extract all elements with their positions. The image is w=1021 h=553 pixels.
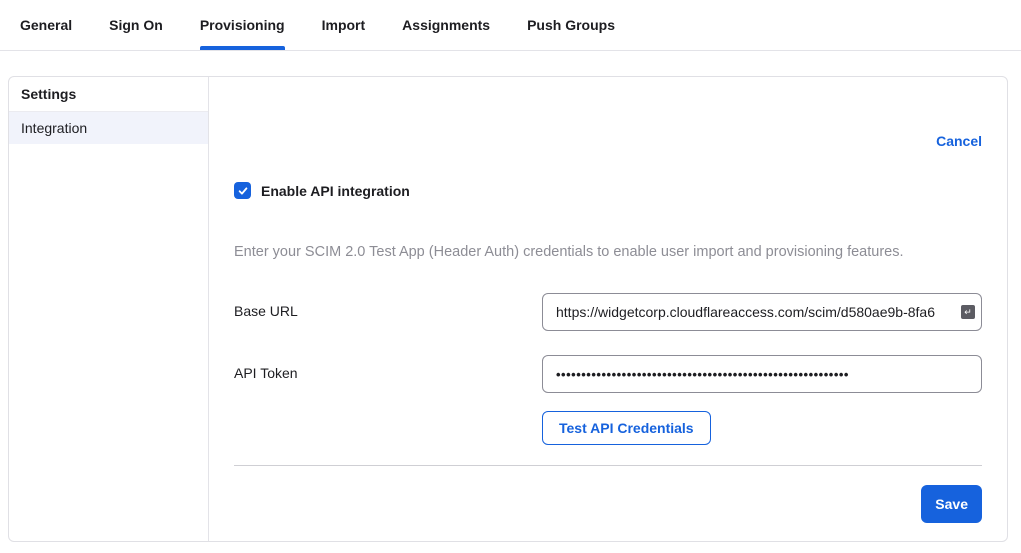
checkmark-icon: [237, 185, 249, 197]
tab-sign-on[interactable]: Sign On: [109, 0, 163, 50]
api-token-label: API Token: [234, 355, 542, 381]
cancel-row: Cancel: [234, 77, 982, 150]
tab-assignments[interactable]: Assignments: [402, 0, 490, 50]
enable-api-integration-checkbox[interactable]: [234, 182, 251, 199]
settings-sidebar: Settings Integration: [9, 77, 209, 541]
enable-api-integration-label: Enable API integration: [261, 183, 410, 199]
tab-provisioning[interactable]: Provisioning: [200, 0, 285, 50]
tab-general[interactable]: General: [20, 0, 72, 50]
cancel-link[interactable]: Cancel: [936, 133, 982, 149]
save-button[interactable]: Save: [921, 485, 982, 523]
test-api-credentials-button[interactable]: Test API Credentials: [542, 411, 711, 445]
tab-import[interactable]: Import: [322, 0, 366, 50]
api-token-input[interactable]: [542, 355, 982, 393]
base-url-label: Base URL: [234, 293, 542, 319]
test-credentials-row: Test API Credentials: [234, 411, 982, 445]
tab-push-groups[interactable]: Push Groups: [527, 0, 615, 50]
sidebar-item-integration[interactable]: Integration: [9, 112, 208, 144]
credentials-description: Enter your SCIM 2.0 Test App (Header Aut…: [234, 243, 982, 261]
integration-settings-content: Cancel Enable API integration Enter your…: [209, 77, 1007, 541]
sidebar-header: Settings: [9, 77, 208, 112]
api-token-row: API Token: [234, 355, 982, 393]
base-url-input-wrap: ↵: [542, 293, 982, 331]
base-url-row: Base URL ↵: [234, 293, 982, 331]
api-token-input-wrap: [542, 355, 982, 393]
provisioning-panel: Settings Integration Cancel Enable API i…: [8, 76, 1008, 542]
footer-divider: [234, 465, 982, 466]
save-row: Save: [234, 485, 982, 523]
enable-api-integration-row: Enable API integration: [234, 182, 982, 199]
base-url-input[interactable]: [542, 293, 982, 331]
tab-bar: General Sign On Provisioning Import Assi…: [0, 0, 1021, 51]
